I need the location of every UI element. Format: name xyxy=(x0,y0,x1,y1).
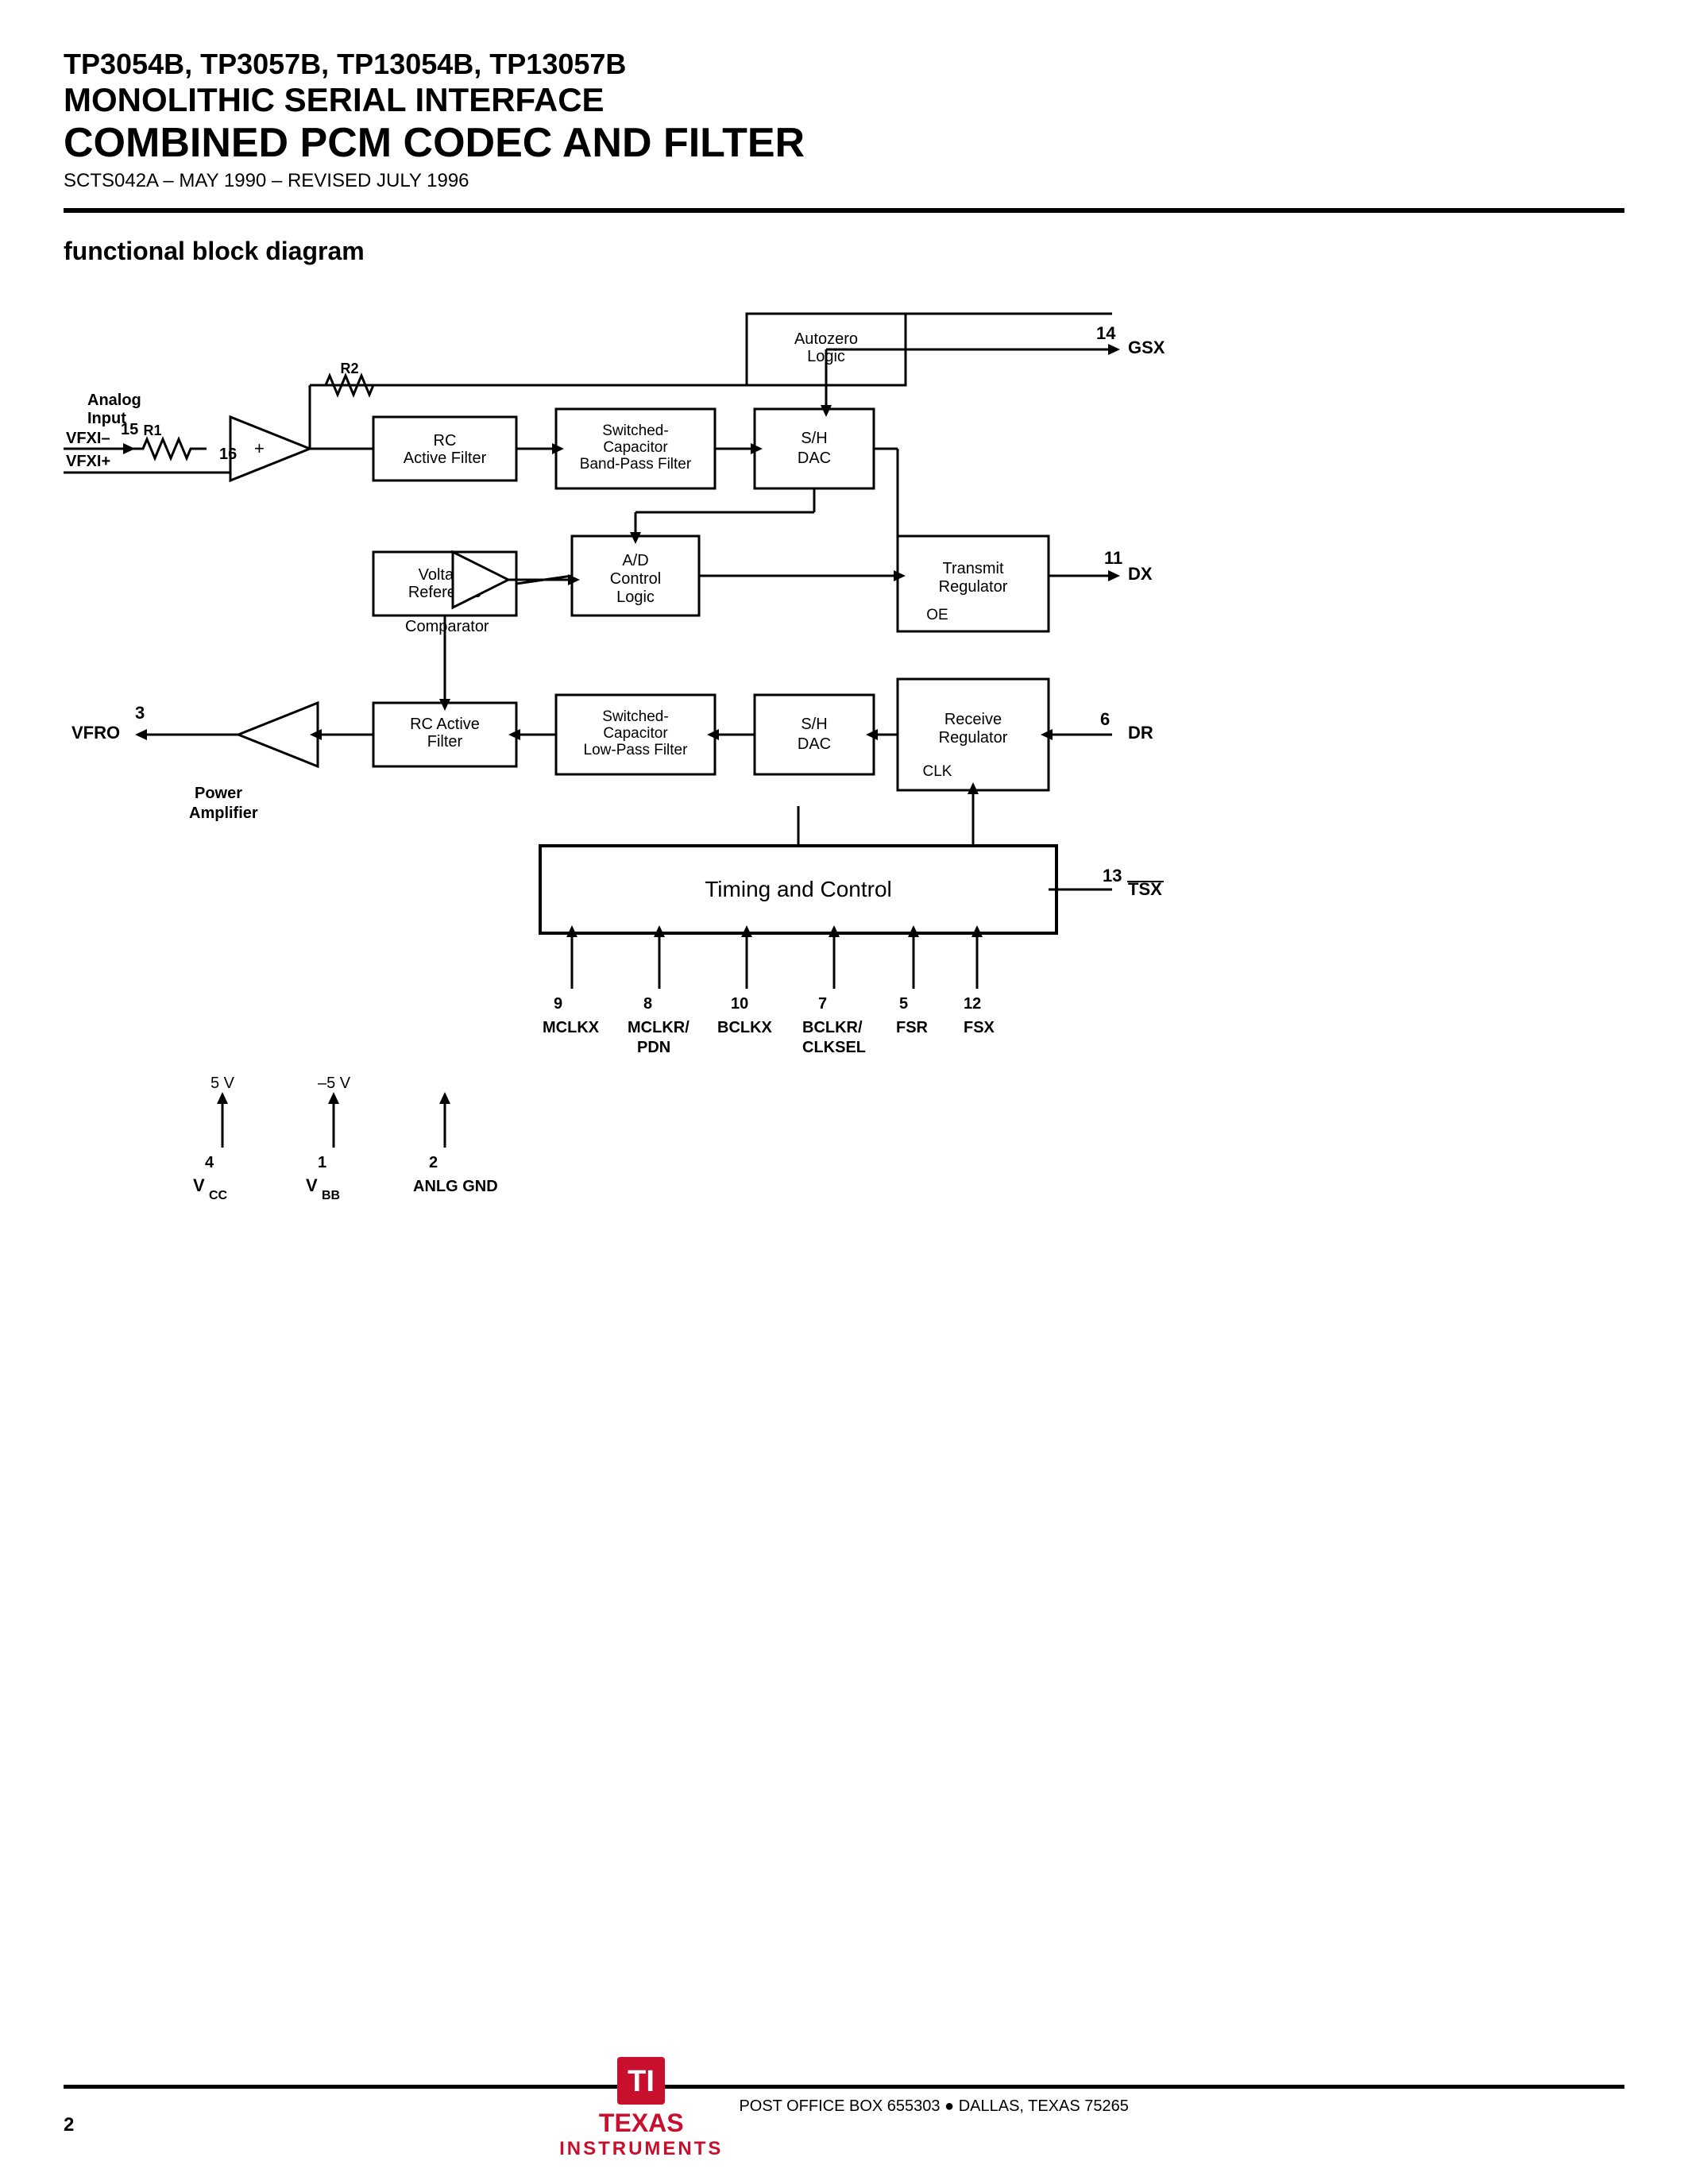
ti-logo-icon: TI xyxy=(613,2053,669,2109)
svg-text:10: 10 xyxy=(731,995,748,1013)
svg-text:CLKSEL: CLKSEL xyxy=(802,1039,866,1056)
header-subtitle: SCTS042A – MAY 1990 – REVISED JULY 1996 xyxy=(64,170,1624,192)
svg-text:DX: DX xyxy=(1128,564,1153,584)
svg-text:–5 V: –5 V xyxy=(318,1075,351,1092)
svg-text:MCLKR/: MCLKR/ xyxy=(628,1019,689,1036)
svg-text:7: 7 xyxy=(818,995,827,1013)
svg-text:ANLG GND: ANLG GND xyxy=(413,1178,498,1195)
svg-text:FSX: FSX xyxy=(964,1019,995,1036)
header-line2: MONOLITHIC SERIAL INTERFACE xyxy=(64,81,1624,119)
svg-text:Autozero: Autozero xyxy=(794,330,858,348)
svg-text:GSX: GSX xyxy=(1128,338,1165,357)
svg-text:BB: BB xyxy=(322,1189,340,1202)
svg-text:Low-Pass Filter: Low-Pass Filter xyxy=(584,742,689,758)
svg-text:8: 8 xyxy=(643,995,652,1013)
svg-text:DR: DR xyxy=(1128,723,1153,743)
svg-text:DAC: DAC xyxy=(798,735,831,753)
svg-text:VFXI–: VFXI– xyxy=(66,430,110,447)
svg-text:12: 12 xyxy=(964,995,981,1013)
svg-text:1: 1 xyxy=(318,1154,326,1171)
svg-text:Logic: Logic xyxy=(616,588,655,606)
svg-text:MCLKX: MCLKX xyxy=(543,1019,600,1036)
svg-text:V: V xyxy=(193,1175,205,1195)
svg-text:Switched-: Switched- xyxy=(602,423,668,439)
ti-sub: INSTRUMENTS xyxy=(559,2138,723,2160)
svg-text:Band-Pass Filter: Band-Pass Filter xyxy=(580,456,692,473)
section-title: functional block diagram xyxy=(64,237,1624,266)
svg-text:V: V xyxy=(306,1175,318,1195)
svg-text:6: 6 xyxy=(1100,709,1110,729)
svg-text:Control: Control xyxy=(610,570,661,588)
header-divider xyxy=(64,208,1624,213)
svg-text:Active Filter: Active Filter xyxy=(404,450,487,467)
svg-text:5: 5 xyxy=(899,995,908,1013)
svg-text:Input: Input xyxy=(87,410,126,427)
page: TP3054B, TP3057B, TP13054B, TP13057B MON… xyxy=(0,0,1688,2184)
svg-text:VFRO: VFRO xyxy=(71,723,120,743)
svg-text:FSR: FSR xyxy=(896,1019,929,1036)
svg-text:CLK: CLK xyxy=(923,763,952,780)
svg-text:CC: CC xyxy=(209,1189,228,1202)
svg-text:Power: Power xyxy=(195,785,242,802)
svg-text:S/H: S/H xyxy=(801,716,827,733)
svg-text:4: 4 xyxy=(205,1154,214,1171)
svg-text:5 V: 5 V xyxy=(211,1075,235,1092)
svg-text:BCLKX: BCLKX xyxy=(717,1019,773,1036)
svg-text:OE: OE xyxy=(926,607,948,623)
svg-text:Capacitor: Capacitor xyxy=(603,439,668,456)
svg-text:Analog: Analog xyxy=(87,392,141,409)
svg-text:PDN: PDN xyxy=(637,1039,670,1056)
svg-text:A/D: A/D xyxy=(622,552,648,569)
svg-text:VFXI+: VFXI+ xyxy=(66,453,110,470)
svg-text:R2: R2 xyxy=(340,361,358,376)
footer-address: POST OFFICE BOX 655303 ● DALLAS, TEXAS 7… xyxy=(739,2097,1128,2116)
ti-logo: TI TEXAS INSTRUMENTS xyxy=(559,2053,723,2160)
svg-text:BCLKR/: BCLKR/ xyxy=(802,1019,863,1036)
svg-text:Regulator: Regulator xyxy=(939,578,1008,596)
svg-text:3: 3 xyxy=(135,703,145,723)
svg-text:Timing and Control: Timing and Control xyxy=(705,877,892,901)
svg-text:9: 9 xyxy=(554,995,562,1013)
footer-content: TI TEXAS INSTRUMENTS POST OFFICE BOX 655… xyxy=(64,2053,1624,2160)
svg-text:Filter: Filter xyxy=(427,733,463,751)
svg-text:Receive: Receive xyxy=(944,711,1002,728)
svg-text:Switched-: Switched- xyxy=(602,708,668,725)
svg-text:Regulator: Regulator xyxy=(939,729,1008,747)
svg-text:Capacitor: Capacitor xyxy=(603,725,668,742)
svg-text:DAC: DAC xyxy=(798,450,831,467)
svg-text:Comparator: Comparator xyxy=(405,618,489,635)
header: TP3054B, TP3057B, TP13054B, TP13057B MON… xyxy=(64,48,1624,192)
diagram-svg: Autozero Logic RC Active Filter Switched… xyxy=(64,290,1636,1561)
svg-text:14: 14 xyxy=(1096,323,1116,343)
svg-text:13: 13 xyxy=(1103,866,1122,886)
svg-text:11: 11 xyxy=(1104,548,1122,568)
svg-text:16: 16 xyxy=(219,446,237,463)
svg-text:+: + xyxy=(254,438,265,458)
svg-text:R1: R1 xyxy=(143,423,161,438)
svg-text:2: 2 xyxy=(429,1154,438,1171)
svg-text:TI: TI xyxy=(628,2065,655,2098)
header-line1: TP3054B, TP3057B, TP13054B, TP13057B xyxy=(64,48,1624,81)
svg-text:Amplifier: Amplifier xyxy=(189,805,258,822)
svg-text:Transmit: Transmit xyxy=(942,560,1003,577)
ti-name: TEXAS xyxy=(599,2109,684,2138)
svg-text:S/H: S/H xyxy=(801,430,827,447)
svg-text:RC: RC xyxy=(434,432,457,450)
diagram-area: Autozero Logic RC Active Filter Switched… xyxy=(64,290,1636,1561)
header-line3: COMBINED PCM CODEC AND FILTER xyxy=(64,119,1624,167)
svg-text:RC Active: RC Active xyxy=(410,716,480,733)
